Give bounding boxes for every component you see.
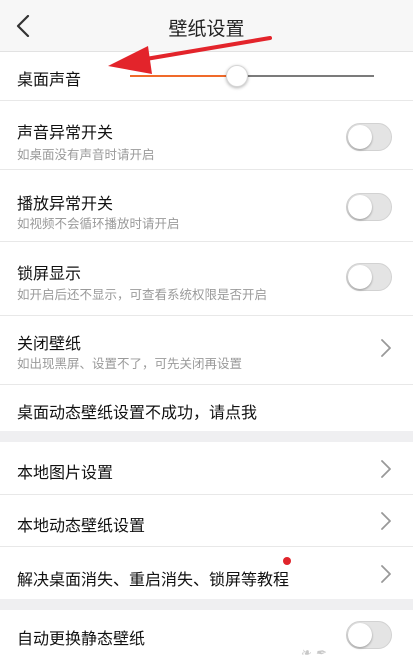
wallpaper-settings-page: 壁纸设置 桌面声音 声音异常开关 如桌面没有声音时请开启 播放异常开关 如视频不… (0, 0, 413, 672)
toggle-knob (348, 125, 372, 149)
header-bar: 壁纸设置 (0, 0, 413, 52)
chevron-right-icon (381, 460, 391, 478)
lockscreen-display-toggle[interactable] (346, 263, 392, 291)
lockscreen-display-subtitle: 如开启后还不显示，可查看系统权限是否开启 (17, 287, 268, 302)
dynamic-wallpaper-help-row[interactable]: 桌面动态壁纸设置不成功，请点我 (0, 385, 413, 431)
desktop-sound-label: 桌面声音 (17, 70, 82, 89)
local-dynamic-wallpaper-row[interactable]: 本地动态壁纸设置 (0, 495, 413, 546)
sound-exception-title: 声音异常开关 (17, 123, 114, 142)
playback-exception-subtitle: 如视频不会循环播放时请开启 (17, 216, 180, 231)
close-wallpaper-subtitle: 如出现黑屏、设置不了，可先关闭再设置 (17, 356, 243, 371)
playback-exception-row[interactable]: 播放异常开关 如视频不会循环播放时请开启 (0, 170, 413, 241)
close-wallpaper-row[interactable]: 关闭壁纸 如出现黑屏、设置不了，可先关闭再设置 (0, 316, 413, 384)
toggle-knob (348, 195, 372, 219)
chevron-right-icon (381, 565, 391, 583)
local-image-settings-row[interactable]: 本地图片设置 (0, 442, 413, 494)
toggle-knob (348, 623, 372, 647)
slider-thumb[interactable] (226, 65, 249, 87)
watermark-logo: ❧ ✒ (300, 646, 326, 661)
tutorial-row[interactable]: 解决桌面消失、重启消失、锁屏等教程 (0, 547, 413, 599)
tutorial-title: 解决桌面消失、重启消失、锁屏等教程 (17, 570, 290, 589)
toggle-knob (348, 265, 372, 289)
slider-fill (130, 75, 238, 77)
sound-exception-row[interactable]: 声音异常开关 如桌面没有声音时请开启 (0, 101, 413, 169)
auto-change-wallpaper-row[interactable]: 自动更换静态壁纸 (0, 610, 413, 672)
auto-change-wallpaper-title: 自动更换静态壁纸 (17, 629, 146, 648)
lockscreen-display-row[interactable]: 锁屏显示 如开启后还不显示，可查看系统权限是否开启 (0, 242, 413, 315)
lockscreen-display-title: 锁屏显示 (17, 264, 82, 283)
desktop-sound-slider[interactable] (130, 64, 374, 88)
chevron-right-icon (381, 339, 391, 357)
page-title: 壁纸设置 (168, 18, 245, 40)
dynamic-wallpaper-help-text: 桌面动态壁纸设置不成功，请点我 (17, 403, 258, 422)
playback-exception-title: 播放异常开关 (17, 194, 114, 213)
chevron-right-icon (381, 512, 391, 530)
close-wallpaper-title: 关闭壁纸 (17, 334, 82, 353)
sound-exception-subtitle: 如桌面没有声音时请开启 (17, 147, 155, 162)
local-dynamic-wallpaper-title: 本地动态壁纸设置 (17, 516, 146, 535)
notification-badge (283, 557, 291, 565)
playback-exception-toggle[interactable] (346, 193, 392, 221)
auto-change-wallpaper-toggle[interactable] (346, 621, 392, 649)
sound-exception-toggle[interactable] (346, 123, 392, 151)
local-image-settings-title: 本地图片设置 (17, 463, 114, 482)
